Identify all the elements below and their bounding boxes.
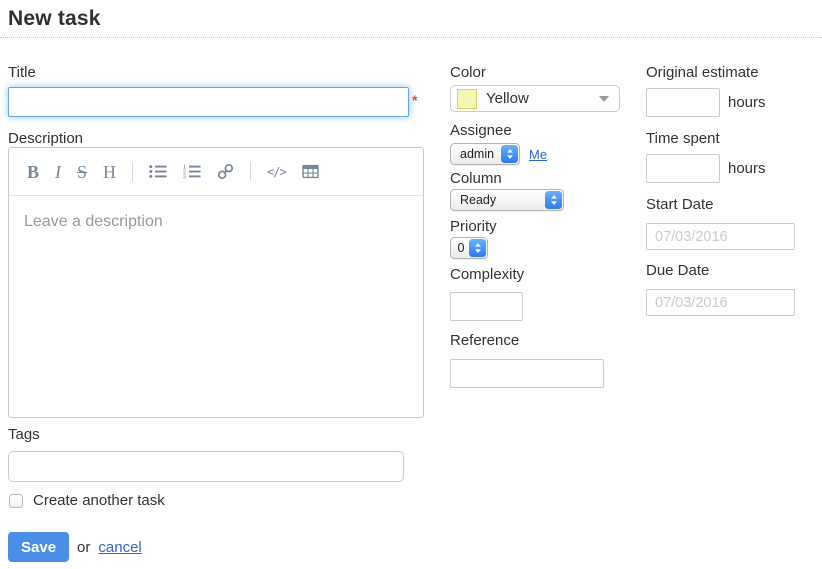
color-label: Color	[450, 64, 486, 82]
priority-select[interactable]: 0	[450, 237, 488, 259]
column-selected-value: Ready	[451, 190, 544, 210]
time-spent-input[interactable]	[646, 154, 720, 183]
reference-input[interactable]	[450, 359, 604, 388]
cancel-link[interactable]: cancel	[98, 539, 141, 556]
reference-label: Reference	[450, 332, 519, 350]
description-label: Description	[8, 130, 83, 148]
due-date-label: Due Date	[646, 262, 709, 280]
assignee-select[interactable]: admin	[450, 143, 520, 165]
complexity-input[interactable]	[450, 292, 523, 321]
complexity-label: Complexity	[450, 266, 524, 284]
bullet-list-icon[interactable]	[149, 164, 167, 179]
due-date-input[interactable]	[646, 289, 795, 316]
select-stepper-icon	[469, 239, 486, 257]
column-select[interactable]: Ready	[450, 189, 564, 211]
assignee-label: Assignee	[450, 122, 512, 140]
priority-selected-value: 0	[451, 238, 468, 258]
select-stepper-icon	[545, 191, 562, 209]
svg-text:3: 3	[183, 174, 186, 179]
italic-icon[interactable]: I	[55, 163, 61, 181]
column-label: Column	[450, 170, 502, 188]
color-selected-value: Yellow	[486, 90, 599, 107]
original-estimate-input[interactable]	[646, 88, 720, 117]
form-actions: Save or cancel	[8, 532, 142, 562]
new-task-page: New task Title * Description B I S H 123	[0, 0, 822, 569]
strikethrough-icon[interactable]: S	[77, 163, 87, 181]
description-toolbar: B I S H 123	[9, 148, 423, 196]
page-title: New task	[0, 0, 822, 37]
page-header: New task	[0, 0, 822, 38]
table-icon[interactable]	[302, 164, 319, 179]
description-editor: B I S H 123	[8, 147, 424, 418]
hours-suffix: hours	[728, 94, 766, 111]
original-estimate-row: hours	[646, 88, 766, 117]
tags-label: Tags	[8, 426, 40, 444]
start-date-label: Start Date	[646, 196, 714, 214]
create-another-label[interactable]: Create another task	[33, 492, 165, 509]
assignee-selected-value: admin	[451, 144, 500, 164]
hours-suffix: hours	[728, 160, 766, 177]
required-asterisk: *	[412, 92, 417, 108]
assignee-row: admin Me	[450, 143, 547, 165]
save-button[interactable]: Save	[8, 532, 69, 562]
link-icon[interactable]	[217, 163, 234, 180]
color-dropdown[interactable]: Yellow	[450, 85, 620, 112]
or-text: or	[77, 539, 90, 556]
bold-icon[interactable]: B	[27, 163, 39, 181]
start-date-input[interactable]	[646, 223, 795, 250]
create-another-checkbox[interactable]	[9, 494, 23, 508]
create-another-row: Create another task	[9, 492, 165, 509]
select-stepper-icon	[501, 145, 518, 163]
chevron-down-icon	[599, 96, 609, 102]
tags-input[interactable]	[8, 451, 404, 482]
description-placeholder: Leave a description	[24, 213, 163, 230]
heading-icon[interactable]: H	[103, 163, 116, 181]
time-spent-label: Time spent	[646, 130, 720, 148]
description-textarea[interactable]: Leave a description	[9, 196, 423, 248]
priority-label: Priority	[450, 218, 497, 236]
color-swatch	[457, 89, 477, 109]
time-spent-row: hours	[646, 154, 766, 183]
title-input[interactable]	[8, 87, 409, 117]
toolbar-divider	[132, 162, 133, 181]
title-label: Title	[8, 64, 36, 82]
assign-me-link[interactable]: Me	[529, 147, 547, 162]
code-icon[interactable]: </>	[267, 165, 286, 179]
original-estimate-label: Original estimate	[646, 64, 759, 82]
numbered-list-icon[interactable]: 123	[183, 164, 201, 179]
toolbar-divider	[250, 162, 251, 181]
